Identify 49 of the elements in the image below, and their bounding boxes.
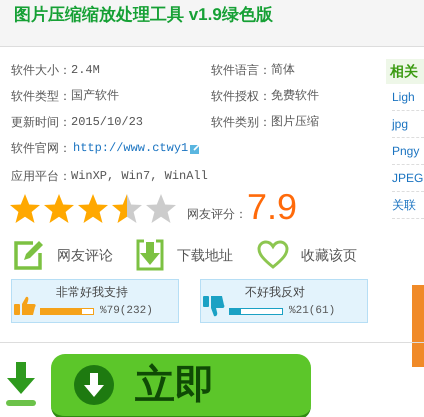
action-link[interactable]: 收藏该页 — [257, 235, 379, 275]
related-header: 相关 — [386, 59, 424, 84]
download-icon — [73, 364, 115, 406]
download-arrow-icon — [5, 360, 37, 408]
star-icon — [111, 193, 143, 225]
info-value: 2015/10/23 — [71, 114, 144, 131]
info-value: 2.4M — [71, 62, 100, 79]
thumbs-up-icon — [14, 296, 36, 316]
info-label: 软件授权： — [211, 88, 271, 105]
rating-score: 7.9 — [247, 185, 298, 229]
related-link[interactable]: Ligh — [392, 88, 415, 106]
vote-button[interactable]: 不好我反对 %21(61) — [200, 279, 368, 323]
vote-button[interactable]: 非常好我支持 %79(232) — [11, 279, 179, 323]
related-link[interactable]: jpg — [392, 115, 408, 133]
info-value: 简体 — [271, 62, 295, 79]
star-icon — [9, 193, 41, 225]
heart-icon — [257, 240, 289, 270]
info-label: 软件类别： — [211, 114, 271, 131]
side-tab[interactable] — [412, 285, 424, 367]
star-icon — [77, 193, 109, 225]
rating-label: 网友评分： — [187, 206, 247, 223]
related-link[interactable]: Pngy — [392, 142, 420, 160]
info-value: 免费软件 — [271, 88, 319, 105]
page-title: 图片压缩缩放处理工具 v1.9绿色版 — [14, 4, 273, 26]
info-label: 软件类型： — [11, 88, 71, 105]
vote-count: %79(232) — [100, 304, 153, 319]
platform-value: WinXP, Win7, WinAll — [71, 168, 208, 185]
edit-icon — [13, 239, 45, 271]
vote-label: 非常好我支持 — [55, 284, 129, 301]
info-label: 软件大小： — [11, 62, 71, 79]
download-box-icon — [135, 239, 165, 271]
vote-label: 不好我反对 — [244, 284, 306, 301]
website-link[interactable]: http://www.ctwy1 — [73, 139, 188, 157]
info-label: 软件语言： — [211, 62, 271, 79]
external-link-icon — [190, 142, 202, 154]
info-value: 国产软件 — [71, 88, 119, 105]
vote-count: %21(61) — [289, 304, 336, 319]
star-icon — [43, 193, 75, 225]
action-link[interactable]: 网友评论 — [13, 235, 135, 275]
related-link[interactable]: 关联 — [392, 196, 416, 214]
star-icon — [145, 193, 177, 225]
info-label: 更新时间： — [11, 114, 71, 131]
related-link[interactable]: JPEG — [392, 169, 424, 187]
platform-label: 应用平台： — [11, 168, 71, 185]
info-value: 图片压缩 — [271, 114, 319, 131]
thumbs-down-icon — [203, 295, 225, 317]
website-label: 软件官网： — [11, 140, 71, 157]
download-now-button[interactable]: 立即 — [51, 354, 311, 417]
action-link[interactable]: 下载地址 — [135, 235, 257, 275]
